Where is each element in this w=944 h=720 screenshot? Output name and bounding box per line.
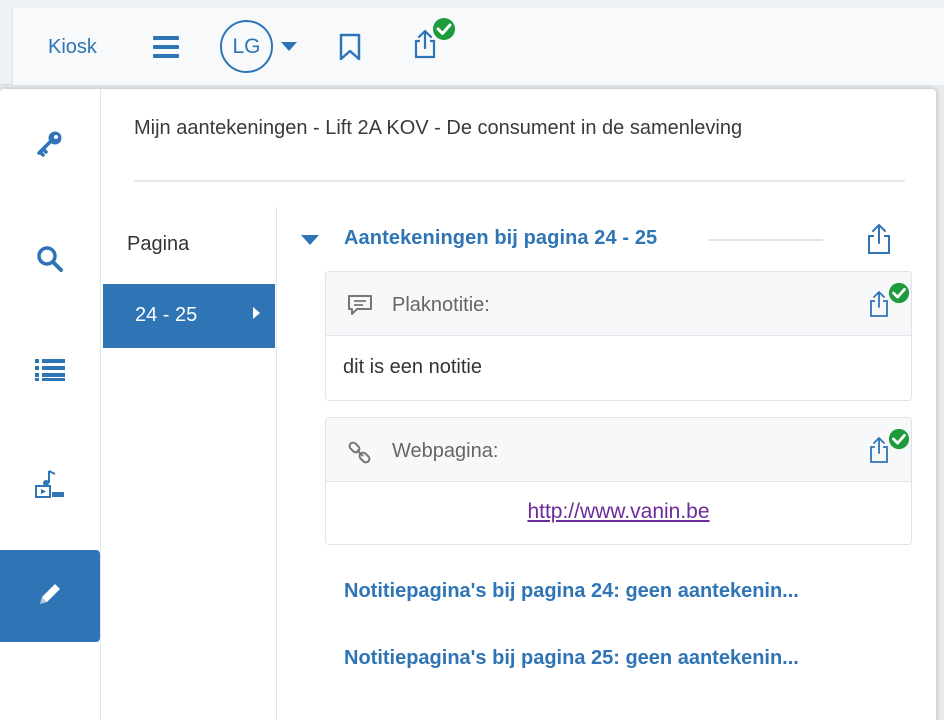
check-circle-icon <box>888 428 910 455</box>
media-icon <box>35 469 65 504</box>
note-card: Plaknotitie: dit is een notitie <box>325 271 912 401</box>
collapse-caret-icon[interactable] <box>301 235 319 245</box>
chevron-right-icon <box>253 307 260 319</box>
nav-list[interactable] <box>0 326 100 418</box>
note-card-header: Plaknotitie: <box>326 272 911 336</box>
nav-key[interactable] <box>0 99 100 191</box>
nav-search[interactable] <box>0 215 100 307</box>
left-nav <box>0 89 101 720</box>
notes-panel: Mijn aantekeningen - Lift 2A KOV - De co… <box>0 89 936 720</box>
comment-icon <box>347 294 373 321</box>
page-list-item-label: 24 - 25 <box>135 304 198 326</box>
page-title: Mijn aantekeningen - Lift 2A KOV - De co… <box>134 117 743 139</box>
top-bar-inner <box>12 8 944 85</box>
share-icon[interactable] <box>866 222 892 261</box>
check-circle-icon <box>888 282 910 309</box>
share-icon[interactable] <box>869 290 889 323</box>
notepage-link[interactable]: Notitiepagina's bij pagina 25: geen aant… <box>344 647 799 670</box>
section-title[interactable]: Aantekeningen bij pagina 24 - 25 <box>344 227 657 250</box>
link-icon <box>347 440 373 471</box>
webpage-card: Webpagina: http://www.vanin.be <box>325 417 912 545</box>
webpage-card-label: Webpagina: <box>392 440 499 462</box>
note-card-label: Plaknotitie: <box>392 294 490 316</box>
chevron-down-icon[interactable] <box>281 42 297 51</box>
avatar[interactable]: LG <box>220 20 273 73</box>
divider <box>134 180 905 182</box>
nav-notes[interactable] <box>0 550 100 642</box>
page-list-item[interactable]: 24 - 25 <box>103 284 275 348</box>
note-text: dit is een notitie <box>343 356 482 378</box>
webpage-link[interactable]: http://www.vanin.be <box>326 500 911 524</box>
page-list: Pagina 24 - 25 <box>102 207 277 720</box>
notepage-link[interactable]: Notitiepagina's bij pagina 24: geen aant… <box>344 580 799 603</box>
page-list-header: Pagina <box>127 233 190 255</box>
kiosk-link[interactable]: Kiosk <box>48 36 97 59</box>
top-bar: Kiosk LG <box>0 0 944 85</box>
nav-media[interactable] <box>0 440 100 532</box>
list-icon <box>35 358 65 387</box>
key-icon <box>35 128 65 163</box>
pencil-icon <box>36 580 64 613</box>
bookmark-icon[interactable] <box>338 33 362 66</box>
section-divider <box>708 239 823 241</box>
check-circle-icon <box>432 17 456 46</box>
share-icon[interactable] <box>869 436 889 469</box>
webpage-card-header: Webpagina: <box>326 418 911 482</box>
menu-icon[interactable] <box>153 36 179 58</box>
search-icon <box>36 245 64 278</box>
